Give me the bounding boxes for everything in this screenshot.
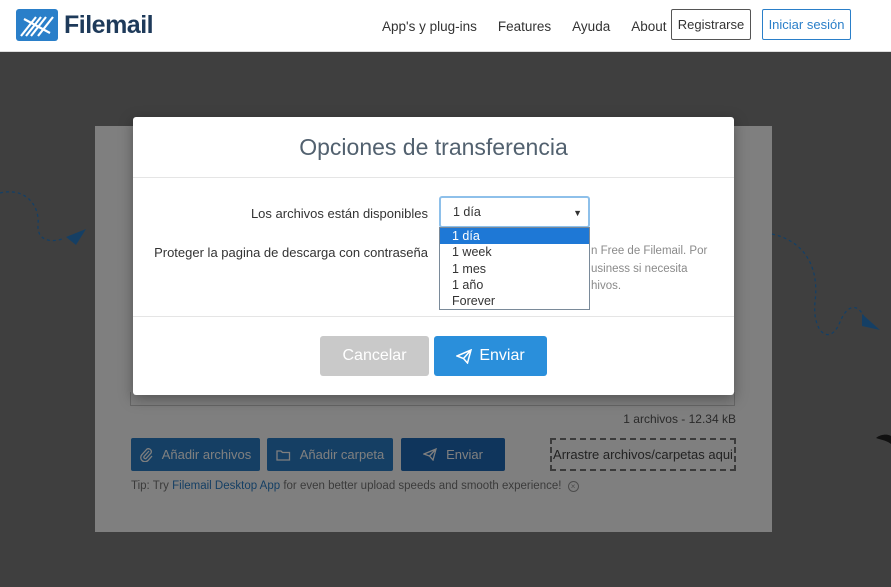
filemail-logo[interactable]: Filemail	[16, 9, 154, 41]
login-button[interactable]: Iniciar sesión	[762, 9, 851, 40]
password-protect-label: Proteger la pagina de descarga con contr…	[154, 245, 428, 260]
modal-title: Opciones de transferencia	[299, 134, 568, 160]
send-label: Enviar	[479, 347, 525, 364]
availability-label: Los archivos están disponibles	[250, 206, 428, 221]
send-button[interactable]: Enviar	[434, 336, 547, 376]
register-button[interactable]: Registrarse	[671, 9, 751, 40]
option-1-month[interactable]: 1 mes	[440, 261, 589, 277]
option-forever[interactable]: Forever	[440, 293, 589, 309]
main-nav: App's y plug-ins Features Ayuda About us	[382, 0, 706, 52]
option-1-week[interactable]: 1 week	[440, 244, 589, 260]
site-header: Filemail App's y plug-ins Features Ayuda…	[0, 0, 891, 52]
paper-plane-icon	[456, 348, 473, 364]
caret-down-icon: ▼	[573, 208, 582, 218]
password-help-text: n Free de Filemail. Por usiness si neces…	[591, 245, 708, 292]
logo-icon	[16, 9, 58, 41]
nav-features[interactable]: Features	[498, 19, 551, 34]
divider	[133, 316, 734, 317]
transfer-options-modal: Opciones de transferencia Los archivos e…	[133, 117, 734, 395]
nav-help[interactable]: Ayuda	[572, 19, 610, 34]
option-1-year[interactable]: 1 año	[440, 277, 589, 293]
availability-dropdown-list: 1 día 1 week 1 mes 1 año Forever	[439, 227, 590, 310]
brand-name: Filemail	[64, 10, 154, 39]
divider	[133, 177, 734, 178]
availability-select[interactable]: 1 día ▼	[439, 196, 590, 228]
availability-selected-value: 1 día	[453, 205, 481, 219]
cancel-button[interactable]: Cancelar	[320, 336, 429, 376]
option-1-day[interactable]: 1 día	[440, 228, 589, 245]
nav-apps[interactable]: App's y plug-ins	[382, 19, 477, 34]
